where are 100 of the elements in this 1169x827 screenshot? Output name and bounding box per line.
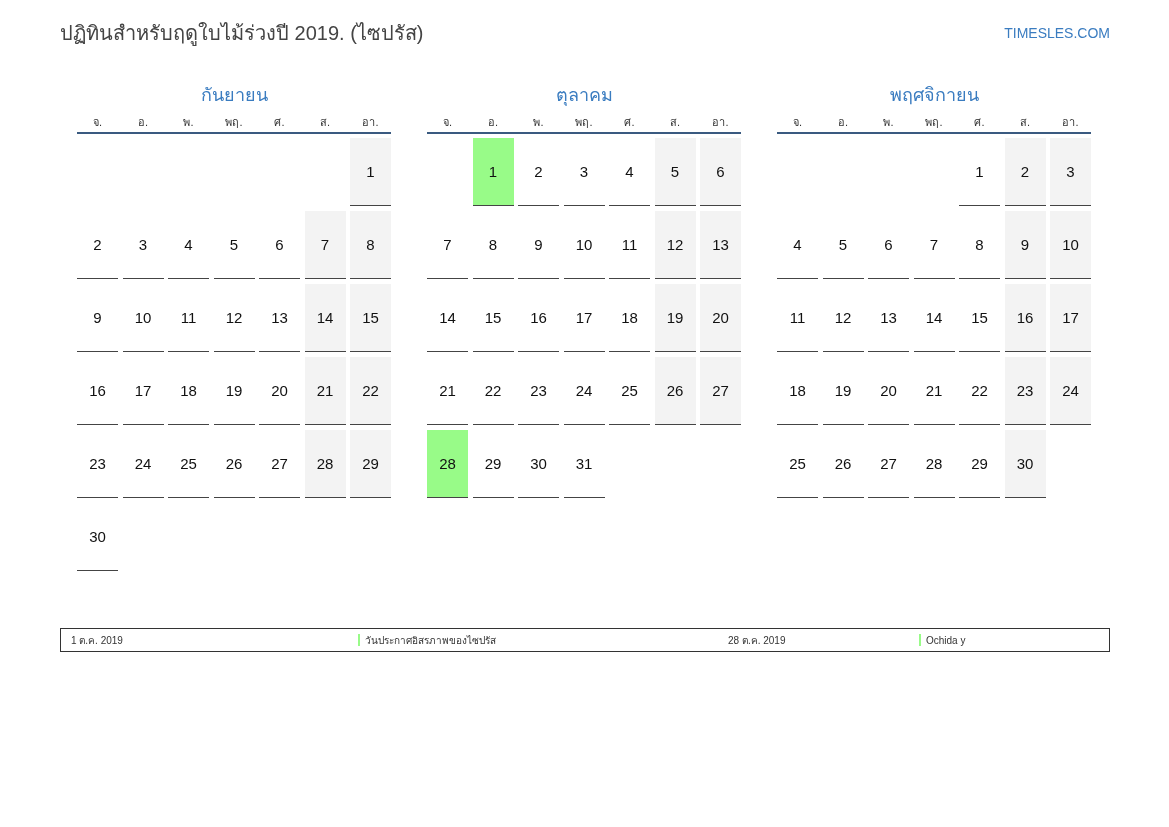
day-cell: 17 <box>563 284 605 352</box>
day-cell: 7 <box>304 211 346 279</box>
day-cell: 28 <box>427 430 468 498</box>
month-title: กันยายน <box>199 84 269 106</box>
day-cell: 5 <box>654 138 696 206</box>
day-cell: 13 <box>700 211 741 279</box>
weekday-label: จ. <box>791 115 804 130</box>
weekday-label: ส. <box>668 115 682 130</box>
day-cell: 25 <box>609 357 650 425</box>
day-cell: 22 <box>350 357 391 425</box>
day-cell: 25 <box>777 430 818 498</box>
day-cell: 12 <box>822 284 864 352</box>
day-cell: 6 <box>700 138 741 206</box>
day-cell: 30 <box>518 430 559 498</box>
site-name: TIMESLES.COM <box>1004 25 1110 41</box>
day-cell: 23 <box>1004 357 1046 425</box>
day-cell: 16 <box>518 284 559 352</box>
day-cell: 14 <box>913 284 955 352</box>
day-cell: 29 <box>472 430 514 498</box>
day-cell: 27 <box>259 430 300 498</box>
month-title: ตุลาคม <box>554 84 614 106</box>
day-cell: 27 <box>868 430 909 498</box>
day-cell: 14 <box>427 284 468 352</box>
day-cell: 16 <box>1004 284 1046 352</box>
weekday-label: อ. <box>486 115 500 130</box>
day-cell: 28 <box>913 430 955 498</box>
day-cell: 26 <box>654 357 696 425</box>
weekday-label: ส. <box>318 115 332 130</box>
day-cell: 24 <box>563 357 605 425</box>
weekday-label: พ. <box>182 115 195 130</box>
day-cell: 1 <box>472 138 514 206</box>
day-cell: 17 <box>122 357 164 425</box>
day-cell: 6 <box>259 211 300 279</box>
day-cell: 2 <box>1004 138 1046 206</box>
day-cell: 23 <box>518 357 559 425</box>
day-cell: 21 <box>427 357 468 425</box>
weekday-label: พฤ. <box>224 115 244 130</box>
day-cell: 8 <box>350 211 391 279</box>
day-cell: 20 <box>700 284 741 352</box>
day-cell: 1 <box>350 138 391 206</box>
weekday-label: พ. <box>882 115 895 130</box>
day-cell: 15 <box>472 284 514 352</box>
day-cell: 17 <box>1050 284 1091 352</box>
day-cell: 23 <box>77 430 118 498</box>
day-cell: 24 <box>1050 357 1091 425</box>
day-cell: 30 <box>1004 430 1046 498</box>
weekday-label: ศ. <box>623 115 636 130</box>
day-cell: 15 <box>350 284 391 352</box>
weekday-label: อา. <box>711 115 730 130</box>
day-cell: 31 <box>563 430 605 498</box>
day-cell: 6 <box>868 211 909 279</box>
weekday-label: จ. <box>91 115 104 130</box>
day-cell: 25 <box>168 430 209 498</box>
day-cell: 12 <box>213 284 255 352</box>
day-cell: 1 <box>959 138 1000 206</box>
weekday-label: ส. <box>1018 115 1032 130</box>
day-cell: 9 <box>77 284 118 352</box>
day-cell: 20 <box>868 357 909 425</box>
holiday-name: Ochida y <box>926 634 966 646</box>
weekday-label: พฤ. <box>574 115 594 130</box>
day-cell: 20 <box>259 357 300 425</box>
weekday-label: อ. <box>836 115 850 130</box>
day-cell: 2 <box>77 211 118 279</box>
month-title: พฤศจิกายน <box>888 84 980 106</box>
day-cell: 4 <box>609 138 650 206</box>
day-cell: 10 <box>122 284 164 352</box>
day-cell: 2 <box>518 138 559 206</box>
day-cell: 29 <box>959 430 1000 498</box>
day-cell: 22 <box>472 357 514 425</box>
day-cell: 13 <box>868 284 909 352</box>
holiday-name: วันประกาศอิสรภาพของไซปรัส <box>365 633 496 648</box>
holiday-date: 1 ต.ค. 2019 <box>71 633 124 648</box>
day-cell: 18 <box>168 357 209 425</box>
day-cell: 8 <box>959 211 1000 279</box>
day-cell: 19 <box>822 357 864 425</box>
day-cell: 24 <box>122 430 164 498</box>
holiday-date: 28 ต.ค. 2019 <box>728 633 787 648</box>
page-title: ปฏิทินสำหรับฤดูใบไม้ร่วงปี 2019. (ไซปรัส) <box>60 21 424 48</box>
day-cell: 19 <box>213 357 255 425</box>
weekday-label: ศ. <box>273 115 286 130</box>
weekday-label: อา. <box>361 115 380 130</box>
day-cell: 18 <box>777 357 818 425</box>
day-cell: 13 <box>259 284 300 352</box>
day-cell: 12 <box>654 211 696 279</box>
day-cell: 19 <box>654 284 696 352</box>
day-cell: 22 <box>959 357 1000 425</box>
day-cell: 30 <box>77 503 118 571</box>
day-cell: 21 <box>913 357 955 425</box>
day-cell: 8 <box>472 211 514 279</box>
day-cell: 26 <box>213 430 255 498</box>
day-cell: 29 <box>350 430 391 498</box>
weekday-label: จ. <box>441 115 454 130</box>
day-cell: 26 <box>822 430 864 498</box>
day-cell: 28 <box>304 430 346 498</box>
day-cell: 11 <box>609 211 650 279</box>
day-cell: 14 <box>304 284 346 352</box>
day-cell: 4 <box>168 211 209 279</box>
day-cell: 21 <box>304 357 346 425</box>
day-cell: 7 <box>427 211 468 279</box>
day-cell: 7 <box>913 211 955 279</box>
